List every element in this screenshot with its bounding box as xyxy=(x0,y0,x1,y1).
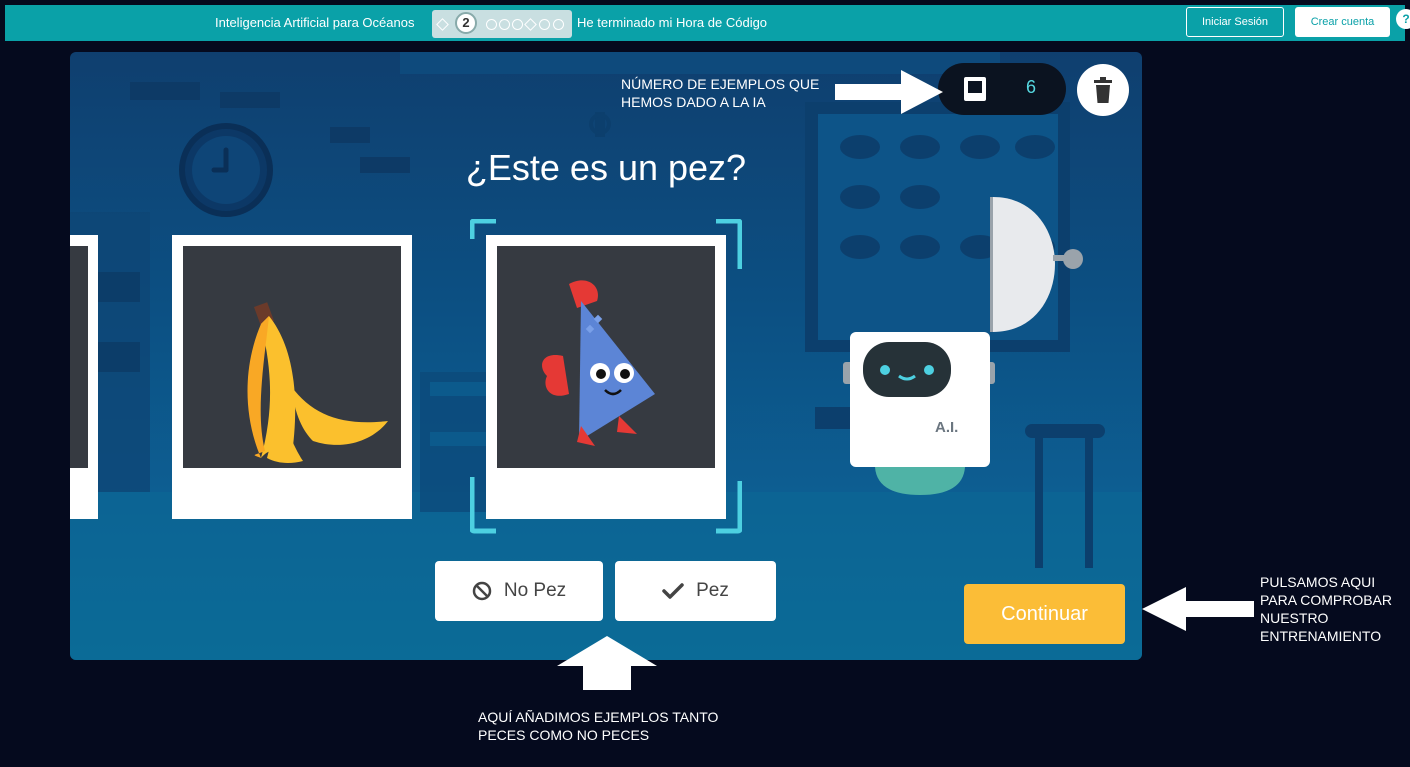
ai-badge: A.I. xyxy=(935,419,959,436)
previous-example-card xyxy=(70,235,98,519)
counter-icon xyxy=(964,77,986,101)
level-diamond-icon[interactable] xyxy=(524,18,537,31)
check-icon xyxy=(662,583,684,599)
no-fish-button[interactable]: No Pez xyxy=(435,561,603,621)
fish-label: Pez xyxy=(696,580,729,601)
help-icon[interactable]: ? xyxy=(1396,9,1410,29)
level-dot[interactable] xyxy=(553,19,564,30)
level-dot[interactable] xyxy=(512,19,523,30)
fish-image xyxy=(542,280,655,446)
signin-button[interactable]: Iniciar Sesión xyxy=(1186,7,1284,37)
finish-hour-of-code-link[interactable]: He terminado mi Hora de Código xyxy=(577,15,767,30)
arrow-up-icon xyxy=(557,636,657,690)
previous-example-photo xyxy=(70,246,88,468)
continue-annotation: PULSAMOS AQUI PARA COMPROBAR NUESTRO ENT… xyxy=(1260,574,1392,644)
game-stage: ¿Este es un pez? 6 A.I. No Pez Pez Conti… xyxy=(70,52,1142,660)
create-account-button[interactable]: Crear cuenta xyxy=(1295,7,1390,37)
continue-button[interactable]: Continuar xyxy=(964,584,1125,644)
fish-button[interactable]: Pez xyxy=(615,561,776,621)
current-level[interactable]: 2 xyxy=(455,12,477,34)
level-diamond-icon[interactable] xyxy=(436,18,449,31)
examples-counter: 6 xyxy=(938,63,1066,115)
example-card-banana xyxy=(172,235,412,519)
example-photo xyxy=(183,246,401,468)
block-icon xyxy=(472,581,492,601)
buttons-annotation: AQUÍ AÑADIMOS EJEMPLOS TANTO PECES COMO … xyxy=(478,709,719,743)
ai-robot xyxy=(843,197,1083,495)
no-fish-label: No Pez xyxy=(503,580,567,601)
top-bar: Inteligencia Artificial para Océanos 2 H… xyxy=(5,5,1405,41)
level-dot[interactable] xyxy=(486,19,497,30)
level-dot[interactable] xyxy=(499,19,510,30)
example-card-fish xyxy=(486,235,726,519)
counter-annotation: NÚMERO DE EJEMPLOS QUE HEMOS DADO A LA I… xyxy=(621,76,820,110)
level-dot[interactable] xyxy=(539,19,550,30)
delete-examples-button[interactable] xyxy=(1077,64,1129,116)
examples-count: 6 xyxy=(1026,77,1037,97)
banana-peel-image xyxy=(247,302,388,463)
level-progress: 2 xyxy=(432,10,572,38)
course-title[interactable]: Inteligencia Artificial para Océanos xyxy=(215,15,414,30)
example-photo xyxy=(497,246,715,468)
trash-icon xyxy=(1094,77,1112,103)
arrow-right-icon xyxy=(835,70,943,114)
question-title: ¿Este es un pez? xyxy=(465,147,747,188)
arrow-left-icon xyxy=(1142,587,1254,631)
